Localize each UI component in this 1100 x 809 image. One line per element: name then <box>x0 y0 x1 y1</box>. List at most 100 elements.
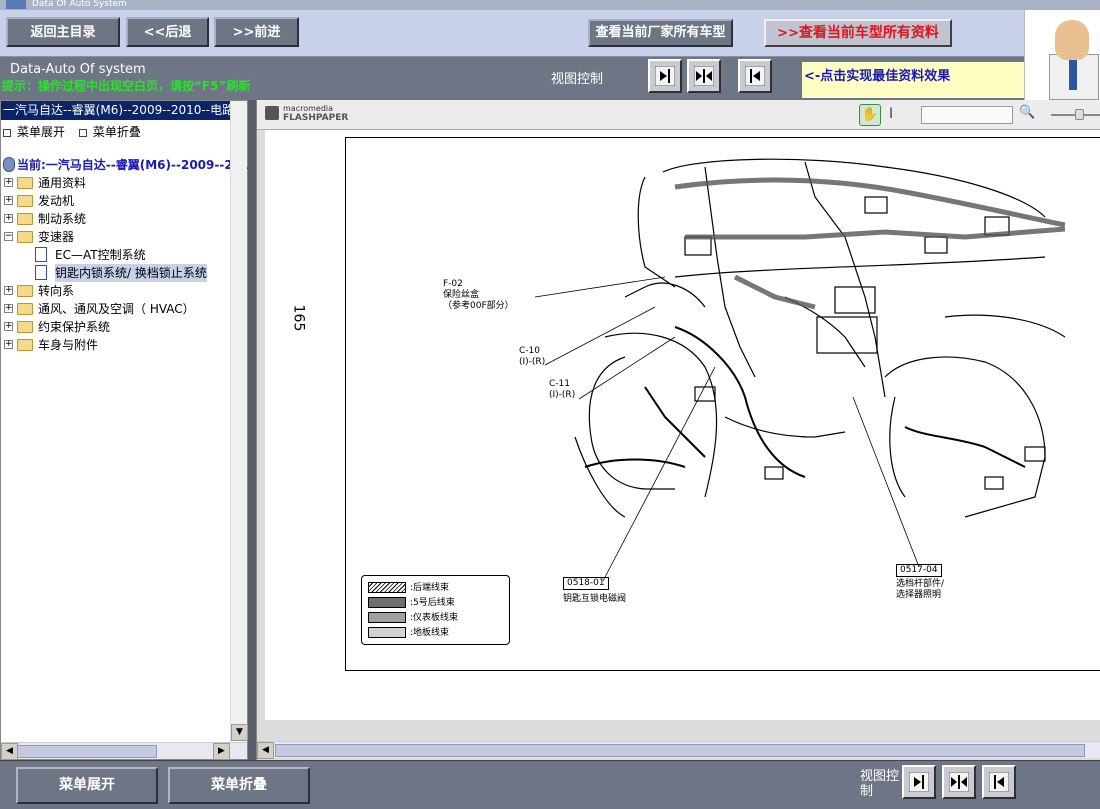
callout-c10-sub: (I)-(R) <box>519 357 546 367</box>
expand-toggle-icon[interactable]: + <box>4 340 13 349</box>
view-left-panel-button[interactable] <box>738 59 772 93</box>
collapse-toggle-icon[interactable]: − <box>4 232 13 241</box>
view-control-label: 视图控制 <box>551 72 604 87</box>
forward-button[interactable]: >>前进 <box>214 17 299 47</box>
app-window: Data Of Auto System 返回主目录 <<后退 >>前进 查看当前… <box>0 0 1100 809</box>
flashpaper-brand-small: macromedia <box>283 104 334 113</box>
tree-item-label: 通用资料 <box>38 176 87 190</box>
document-page: 165 F-02 保险丝盒 （参考00F部分） C-10 (I)-(R) C-1… <box>265 130 1100 720</box>
folder-icon <box>17 231 33 243</box>
callout-box1-code: 0518-01 <box>563 577 609 590</box>
split-arrows-icon <box>694 66 714 86</box>
callout-c10-code: C-10 <box>519 346 540 356</box>
viewer-horizontal-scrollbar[interactable]: ◀ <box>257 741 1100 759</box>
callout-box2-name2: 选择器照明 <box>896 590 942 600</box>
main-menu-button[interactable]: 返回主目录 <box>6 17 120 47</box>
hand-tool-icon[interactable]: ✋ <box>859 104 881 126</box>
callout-f02: F-02 保险丝盒 （参考00F部分） <box>443 279 514 312</box>
collapse-box-icon <box>78 128 87 137</box>
bottom-menu-collapse-button[interactable]: 菜单折叠 <box>168 767 310 804</box>
expand-toggle-icon[interactable]: + <box>4 286 13 295</box>
callout-c10: C-10 (I)-(R) <box>519 346 545 368</box>
vehicle-icon <box>3 157 15 172</box>
scroll-left-arrow-icon[interactable]: ◀ <box>1 743 18 760</box>
panel-splitter[interactable] <box>248 100 256 760</box>
window-title: Data Of Auto System <box>32 0 127 9</box>
callout-f02-code: F-02 <box>443 279 463 289</box>
expand-toggle-icon[interactable]: + <box>4 322 13 331</box>
expand-toggle-icon[interactable]: + <box>4 196 13 205</box>
bottom-split-arrows-icon <box>949 772 969 792</box>
tree-item-label: 当前:一汽马自达--睿翼(M6)--2009--2010 <box>17 158 258 172</box>
page-number: 165 <box>290 304 307 332</box>
menu-expand-link[interactable]: 菜单展开 <box>3 123 65 140</box>
right-seat-outline <box>884 356 1046 518</box>
bottom-arrow-right-bar-icon <box>909 772 929 792</box>
left-panel-header: 一汽马自达--睿翼(M6)--2009--2010--电路 <box>1 101 247 120</box>
left-horizontal-scrollbar[interactable]: ◀ ▶ <box>1 742 247 760</box>
bottom-view-split-button[interactable] <box>942 765 976 799</box>
all-info-button[interactable]: >>查看当前车型所有资料 <box>764 19 952 47</box>
back-button[interactable]: <<后退 <box>126 17 209 47</box>
flashpaper-toolbar: macromedia FLASHPAPER ✋ I 🔍 <box>257 100 1100 130</box>
document-icon <box>35 247 47 262</box>
expand-toggle-icon[interactable]: + <box>4 214 13 223</box>
arrow-right-bar-icon <box>655 66 675 86</box>
expand-toggle-icon[interactable]: + <box>4 178 13 187</box>
callout-box1-name: 钥匙互锁电磁阀 <box>563 594 627 604</box>
callout-box1: 0518-01 钥匙互锁电磁阀 <box>563 577 626 605</box>
box1-leader <box>602 366 716 582</box>
all-models-button[interactable]: 查看当前厂家所有车型 <box>588 19 733 47</box>
callout-f02-name: 保险丝盒 <box>443 290 480 300</box>
brand-label: Data-Auto Of system <box>10 62 146 77</box>
floor-harness-left <box>674 326 806 478</box>
bottom-arrow-left-bar-icon <box>989 772 1009 792</box>
text-select-icon[interactable]: I <box>889 106 893 122</box>
all-info-label: 查看当前车型所有资料 <box>798 25 939 41</box>
bottom-view-left-button[interactable] <box>982 765 1016 799</box>
callout-box2-code: 0517-04 <box>896 564 942 577</box>
folder-icon <box>17 285 33 297</box>
flashpaper-logo-icon <box>265 106 279 120</box>
left-vertical-scrollbar[interactable]: ▼ <box>230 101 248 741</box>
magnifier-icon[interactable]: 🔍 <box>1019 105 1035 120</box>
viewer-scroll-left-icon[interactable]: ◀ <box>257 742 274 759</box>
scroll-down-arrow-icon[interactable]: ▼ <box>231 724 248 741</box>
tree-item-label: 变速器 <box>38 230 75 244</box>
callout-c11-sub: (I)-(R) <box>549 390 576 400</box>
view-split-button[interactable] <box>687 59 721 93</box>
double-chevron-icon: >> <box>777 26 799 41</box>
tree-item-label: 通风、通风及空调（ HVAC） <box>38 302 195 316</box>
left-scroll-thumb[interactable] <box>17 745 157 758</box>
menu-actions: 菜单展开 菜单折叠 <box>1 123 247 141</box>
callout-c11-code: C-11 <box>549 379 570 389</box>
expand-toggle-icon[interactable]: + <box>4 304 13 313</box>
harness-legend: :后端线束:5号后线束:仪表板线束:地板线束 <box>361 575 510 645</box>
legend-swatch <box>368 582 406 593</box>
left-seat-outline <box>588 356 675 490</box>
vehicle-path: 一汽马自达--睿翼(M6)--2009--2010--电路 <box>3 103 235 117</box>
folder-icon <box>17 177 33 189</box>
legend-label: :后端线束 <box>410 583 450 593</box>
floor-harness-right <box>904 426 1026 468</box>
menu-collapse-link[interactable]: 菜单折叠 <box>78 123 141 140</box>
tree-item-label: 转向系 <box>38 284 75 298</box>
arrow-left-bar-icon <box>745 66 765 86</box>
callout-f02-ref: （参考00F部分） <box>443 301 514 311</box>
viewer-scroll-thumb[interactable] <box>275 744 1085 757</box>
tree-item-label: 制动系统 <box>38 212 87 226</box>
bottom-view-control-label: 视图控制 <box>860 769 900 799</box>
scroll-right-arrow-icon[interactable]: ▶ <box>213 743 230 760</box>
zoom-knob[interactable] <box>1075 109 1084 120</box>
menu-collapse-label: 菜单折叠 <box>92 125 141 139</box>
callout-box2-name1: 选档杆部件/ <box>896 579 945 589</box>
expand-box-icon <box>3 128 11 137</box>
bottom-view-right-button[interactable] <box>902 765 936 799</box>
title-bar: Data Of Auto System <box>0 0 1100 10</box>
c10-leader <box>544 306 656 366</box>
view-right-panel-button[interactable] <box>648 59 682 93</box>
find-input[interactable] <box>921 106 1013 124</box>
zoom-slider[interactable] <box>1051 109 1100 120</box>
bottom-menu-expand-button[interactable]: 菜单展开 <box>16 767 158 804</box>
document-icon <box>35 265 47 280</box>
